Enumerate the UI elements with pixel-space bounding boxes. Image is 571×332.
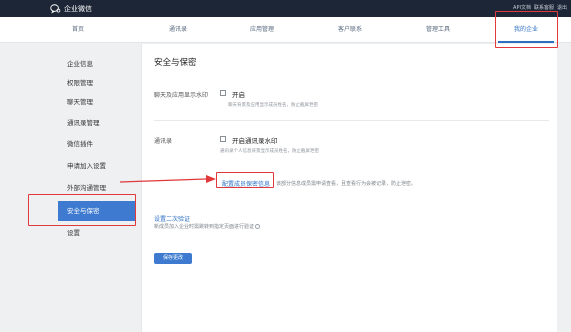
save-button[interactable]: 保存更改 [154, 253, 192, 264]
chat-watermark-checkbox[interactable] [220, 90, 226, 96]
contacts-watermark-checkbox[interactable] [220, 136, 226, 142]
two-factor-link[interactable]: 设置二次验证 [154, 214, 190, 223]
content-panel: 安全与保密 聊天及应用显示水印 开启 聊天背景及应用显示成员姓名，防止截屏泄密 … [141, 44, 557, 332]
chat-watermark-hint: 聊天背景及应用显示成员姓名，防止截屏泄密 [228, 103, 318, 108]
page-title: 安全与保密 [154, 58, 197, 68]
sidebar-item-wechat-plugin[interactable]: 微信插件 [58, 135, 136, 153]
active-tab-indicator [498, 41, 554, 43]
contact-support-link[interactable]: 联系客服 [534, 4, 554, 11]
logo[interactable]: 企业微信 [50, 3, 92, 14]
sidebar-item-chat-management[interactable]: 聊天管理 [58, 93, 136, 111]
contacts-watermark-hint: 通讯录个人信息背景显示成员姓名，防止截屏泄密 [220, 149, 319, 154]
sidebar-item-permissions[interactable]: 权限管理 [58, 74, 136, 92]
nav-item-management-tools[interactable]: 管理工具 [408, 17, 468, 43]
configure-confidential-info-link[interactable]: 配置成员保密信息 [222, 179, 270, 188]
main-nav: 首页 通讯录 应用管理 客户联系 管理工具 我的企业 [0, 17, 571, 43]
nav-item-app-management[interactable]: 应用管理 [232, 17, 292, 43]
sidebar-item-settings[interactable]: 设置 [58, 224, 136, 242]
help-icon[interactable] [255, 224, 261, 229]
top-bar: 企业微信 API文档 联系客服 退出 [0, 0, 571, 17]
two-factor-desc: 新成员加入企业时需跳转到指定页面进行验证 [154, 223, 261, 230]
confidential-info-desc: 该部分信息成员需申请查看，且查看行为会被记录，防止泄密。 [276, 181, 417, 187]
sidebar-item-security[interactable]: 安全与保密 [58, 201, 136, 221]
chat-watermark-option[interactable]: 开启 [232, 89, 245, 99]
nav-item-customer-contact[interactable]: 客户联系 [320, 17, 380, 43]
topbar-links: API文档 联系客服 退出 [513, 4, 567, 11]
sidebar-item-enterprise-info[interactable]: 企业信息 [58, 55, 136, 73]
sidebar-item-contacts-management[interactable]: 通讯录管理 [58, 114, 136, 132]
contacts-watermark-label: 通讯录 [154, 138, 173, 145]
chat-watermark-label: 聊天及应用显示水印 [154, 92, 209, 99]
wecom-logo-icon [50, 4, 61, 14]
nav-item-home[interactable]: 首页 [48, 17, 108, 43]
section-divider [154, 120, 549, 121]
contacts-watermark-option[interactable]: 开启通讯录水印 [232, 135, 278, 145]
sidebar: 企业信息 权限管理 聊天管理 通讯录管理 微信插件 申请加入设置 外部沟通管理 … [58, 52, 136, 332]
sidebar-item-join-settings[interactable]: 申请加入设置 [58, 157, 136, 175]
sidebar-item-external-communication[interactable]: 外部沟通管理 [58, 179, 136, 197]
logo-text: 企业微信 [64, 4, 92, 13]
logout-link[interactable]: 退出 [557, 4, 567, 11]
nav-item-my-enterprise[interactable]: 我的企业 [498, 17, 554, 43]
nav-item-contacts[interactable]: 通讯录 [148, 17, 208, 43]
api-docs-link[interactable]: API文档 [513, 4, 531, 11]
